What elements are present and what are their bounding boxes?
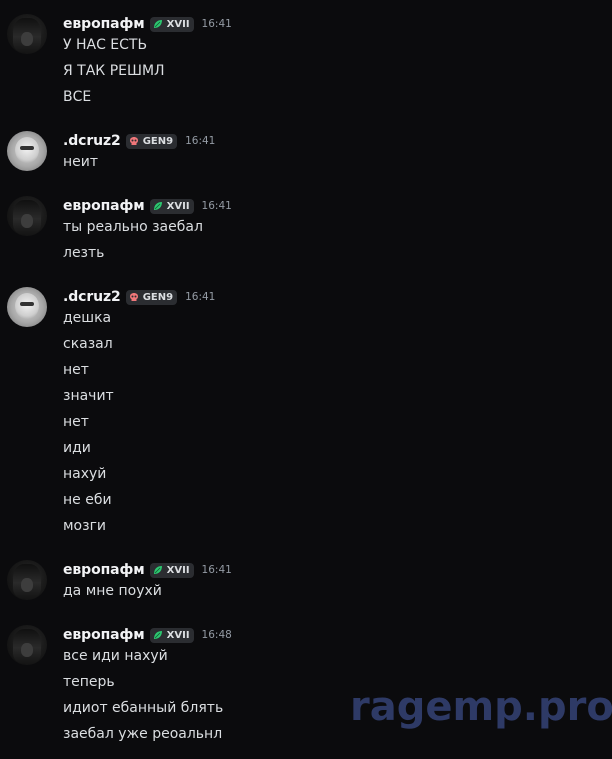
username[interactable]: .dcruz2 [63,133,121,149]
clan-tag[interactable]: XVII [149,627,194,643]
message-text: сказал [63,336,113,352]
leaf-icon [153,631,162,639]
message-text: значит [63,388,114,404]
timestamp: 16:41 [185,135,216,147]
clan-tag[interactable]: GEN9 [125,133,178,149]
timestamp: 16:41 [185,291,216,303]
message-text: все иди нахуй [63,648,168,664]
username[interactable]: европафм [63,627,145,643]
leaf-icon [153,202,162,210]
clan-tag-label: GEN9 [142,291,174,303]
message-header: европафм XVII 16:41 [63,14,232,34]
avatar[interactable] [7,196,47,236]
skull-icon [129,137,138,145]
leaf-icon [153,20,162,28]
clan-tag[interactable]: XVII [149,198,194,214]
message-text: ВСЕ [63,89,92,105]
avatar[interactable] [7,560,47,600]
message-header: европафм XVII 16:48 [63,625,232,645]
username[interactable]: европафм [63,16,145,32]
timestamp: 16:48 [201,629,232,641]
timestamp: 16:41 [201,200,232,212]
message-text: нахуй [63,466,107,482]
message-text: нет [63,414,89,430]
message-text: дешка [63,310,112,326]
skull-icon [129,293,138,301]
username[interactable]: европафм [63,562,145,578]
message-text: Я ТАК РЕШМЛ [63,63,165,79]
message-text: ты реально заебал [63,219,203,235]
clan-tag-label: XVII [166,564,190,576]
message-text: неит [63,154,99,170]
message-header: европафм XVII 16:41 [63,560,232,580]
avatar[interactable] [7,287,47,327]
avatar[interactable] [7,14,47,54]
message-text: да мне поухй [63,583,162,599]
message-text: заебал уже реоальнл [63,726,223,742]
avatar[interactable] [7,131,47,171]
username[interactable]: европафм [63,198,145,214]
message-text: иди [63,440,91,456]
clan-tag[interactable]: XVII [149,562,194,578]
username[interactable]: .dcruz2 [63,289,121,305]
message-text: нет [63,362,89,378]
watermark: ragemp.pro [350,684,612,730]
leaf-icon [153,566,162,574]
message-header: .dcruz2 GEN9 16:41 [63,131,215,151]
clan-tag-label: XVII [166,18,190,30]
avatar[interactable] [7,625,47,665]
message-text: теперь [63,674,115,690]
clan-tag-label: XVII [166,200,190,212]
clan-tag[interactable]: XVII [149,16,194,32]
clan-tag[interactable]: GEN9 [125,289,178,305]
clan-tag-label: XVII [166,629,190,641]
message-text: У НАС ЕСТЬ [63,37,148,53]
clan-tag-label: GEN9 [142,135,174,147]
chat-message-list: европафм XVII 16:41 У НАС ЕСТЬ Я ТАК РЕШ… [0,0,612,759]
message-text: идиот ебанный блять [63,700,224,716]
message-text: мозги [63,518,107,534]
message-text: не еби [63,492,112,508]
timestamp: 16:41 [201,564,232,576]
message-header: .dcruz2 GEN9 16:41 [63,287,215,307]
message-header: европафм XVII 16:41 [63,196,232,216]
timestamp: 16:41 [201,18,232,30]
message-text: лезть [63,245,105,261]
